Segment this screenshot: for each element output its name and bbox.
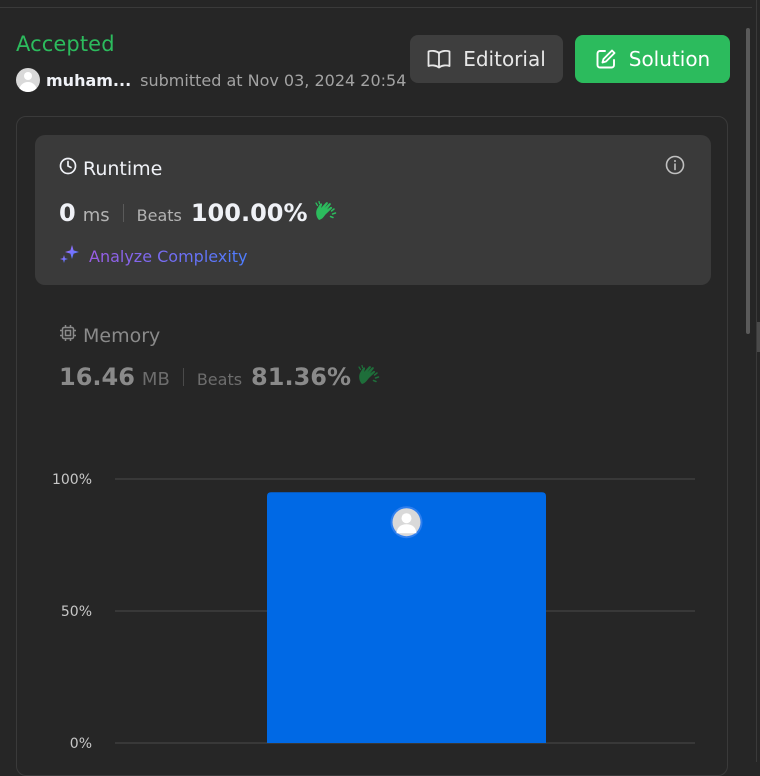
runtime-distribution-chart: 100% 50% 0%	[52, 472, 695, 752]
pane-edge	[756, 0, 757, 762]
y-tick-label: 100%	[52, 472, 92, 488]
y-tick-label: 50%	[61, 604, 92, 620]
y-tick-label: 0%	[70, 736, 92, 752]
user-avatar-icon	[390, 506, 423, 539]
scrollbar-thumb[interactable]	[746, 28, 750, 334]
